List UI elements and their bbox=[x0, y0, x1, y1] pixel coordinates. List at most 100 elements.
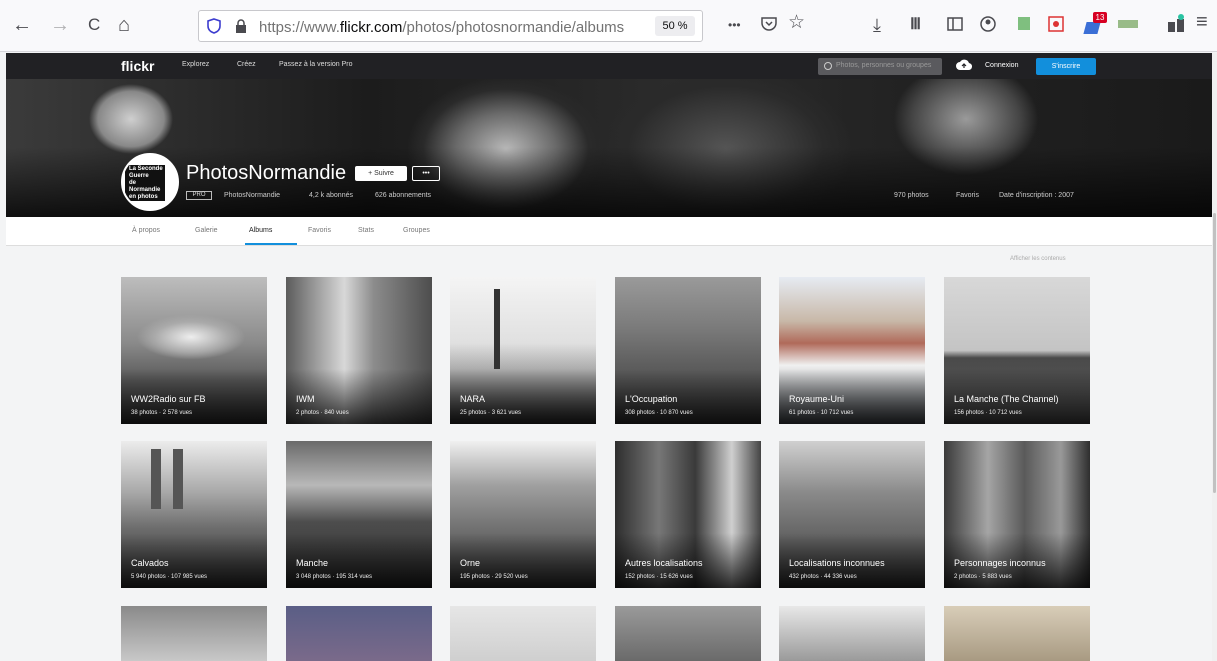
album-stats: 152 photos · 15 626 vues bbox=[625, 574, 693, 580]
album-stats: 156 photos · 10 712 vues bbox=[954, 410, 1022, 416]
tab-favorites[interactable]: Favoris bbox=[308, 227, 331, 234]
following-count[interactable]: 626 abonnements bbox=[375, 192, 431, 199]
more-options-button[interactable]: ••• bbox=[412, 166, 440, 181]
spire-shape bbox=[151, 449, 161, 509]
flickr-logo[interactable]: flickr bbox=[121, 58, 154, 74]
forward-icon[interactable]: → bbox=[50, 15, 70, 35]
tower-shape bbox=[494, 289, 500, 369]
scrollbar[interactable] bbox=[1212, 53, 1217, 661]
lock-icon[interactable] bbox=[235, 19, 247, 33]
connect-link[interactable]: Connexion bbox=[985, 62, 1018, 69]
followers-count[interactable]: 4,2 k abonnés bbox=[309, 192, 353, 199]
profile-name: PhotosNormandie bbox=[186, 162, 347, 184]
extension-icon[interactable] bbox=[1018, 17, 1030, 30]
zoom-level[interactable]: 50 % bbox=[655, 16, 695, 36]
album-tile[interactable]: Royaume-Uni 61 photos · 10 712 vues bbox=[779, 277, 925, 424]
nav-link-create[interactable]: Créez bbox=[237, 61, 256, 68]
album-stats: 3 048 photos · 195 314 vues bbox=[296, 574, 373, 580]
album-title: Localisations inconnues bbox=[789, 558, 885, 568]
avatar-logo: La Seconde Guerre de Normandie en photos bbox=[125, 165, 165, 201]
album-tile[interactable]: NARA 25 photos · 3 621 vues bbox=[450, 277, 596, 424]
album-stats: 2 photos · 5 883 vues bbox=[954, 574, 1012, 580]
pro-badge: PRO bbox=[186, 191, 212, 200]
album-stats: 38 photos · 2 578 vues bbox=[131, 410, 193, 416]
tab-gallery[interactable]: Galerie bbox=[195, 227, 218, 234]
photo-count: 970 photos bbox=[894, 192, 929, 199]
join-date: Date d'inscription : 2007 bbox=[999, 192, 1074, 199]
extension-icon[interactable]: 13 bbox=[1083, 12, 1107, 36]
account-icon[interactable] bbox=[980, 16, 996, 32]
follow-button[interactable]: + Suivre bbox=[355, 166, 407, 181]
browser-toolbar: ← → C ⌂ https://www.flickr.com/photos/ph… bbox=[0, 0, 1217, 52]
album-tile[interactable] bbox=[779, 606, 925, 661]
tab-albums[interactable]: Albums bbox=[249, 227, 272, 234]
album-tile[interactable]: WW2Radio sur FB 38 photos · 2 578 vues bbox=[121, 277, 267, 424]
album-tile[interactable]: Manche 3 048 photos · 195 314 vues bbox=[286, 441, 432, 588]
album-tile[interactable]: La Manche (The Channel) 156 photos · 10 … bbox=[944, 277, 1090, 424]
shield-icon[interactable] bbox=[207, 18, 221, 34]
album-tile[interactable]: IWM 2 photos · 840 vues bbox=[286, 277, 432, 424]
upload-icon[interactable] bbox=[956, 59, 972, 71]
notification-badge: 13 bbox=[1093, 12, 1107, 23]
tab-about[interactable]: À propos bbox=[132, 227, 160, 234]
album-tile[interactable] bbox=[450, 606, 596, 661]
url-text[interactable]: https://www.flickr.com/photos/photosnorm… bbox=[259, 19, 639, 36]
menu-icon[interactable]: ≡ bbox=[1196, 12, 1208, 32]
more-icon[interactable]: ••• bbox=[728, 15, 741, 35]
favorites-label: Favoris bbox=[956, 192, 979, 199]
tab-groups[interactable]: Groupes bbox=[403, 227, 430, 234]
extension-icon[interactable] bbox=[1118, 20, 1138, 28]
pocket-icon[interactable] bbox=[760, 15, 778, 33]
album-title: NARA bbox=[460, 394, 486, 404]
album-stats: 25 photos · 3 621 vues bbox=[460, 410, 522, 416]
reload-icon[interactable]: C bbox=[88, 15, 100, 35]
flickr-navbar: flickr Explorez Créez Passez à la versio… bbox=[6, 53, 1212, 79]
sidebar-icon[interactable] bbox=[947, 17, 963, 31]
album-tile[interactable]: Personnages inconnus 2 photos · 5 883 vu… bbox=[944, 441, 1090, 588]
album-stats: 308 photos · 10 870 vues bbox=[625, 410, 693, 416]
album-tile[interactable] bbox=[286, 606, 432, 661]
album-title: Orne bbox=[460, 558, 481, 568]
album-tile[interactable]: Autres localisations 152 photos · 15 626… bbox=[615, 441, 761, 588]
album-stats: 61 photos · 10 712 vues bbox=[789, 410, 854, 416]
album-tile[interactable] bbox=[944, 606, 1090, 661]
album-tile[interactable]: Localisations inconnues 432 photos · 44 … bbox=[779, 441, 925, 588]
download-icon[interactable]: ⤓ bbox=[873, 15, 881, 35]
scrollbar-thumb[interactable] bbox=[1213, 213, 1216, 493]
profile-username: PhotosNormandie bbox=[224, 192, 281, 199]
profile-tabs: À propos Galerie Albums Favoris Stats Gr… bbox=[6, 217, 1212, 246]
album-title: WW2Radio sur FB bbox=[131, 394, 206, 404]
avatar[interactable]: La Seconde Guerre de Normandie en photos bbox=[121, 153, 179, 211]
nav-link-explore[interactable]: Explorez bbox=[182, 61, 209, 68]
album-tile[interactable] bbox=[121, 606, 267, 661]
album-tile[interactable]: L'Occupation 308 photos · 10 870 vues bbox=[615, 277, 761, 424]
back-icon[interactable]: ← bbox=[12, 15, 32, 35]
album-stats: 195 photos · 29 520 vues bbox=[460, 574, 528, 580]
album-stats: 2 photos · 840 vues bbox=[296, 410, 349, 416]
album-stats: 432 photos · 44 336 vues bbox=[789, 574, 857, 580]
search-input[interactable]: Photos, personnes ou groupes bbox=[818, 58, 942, 75]
cover-photo: La Seconde Guerre de Normandie en photos… bbox=[6, 79, 1212, 217]
star-icon[interactable]: ☆ bbox=[788, 13, 805, 33]
album-title: L'Occupation bbox=[625, 394, 678, 404]
extension-icon[interactable] bbox=[1166, 14, 1186, 34]
extension-icon[interactable] bbox=[1048, 15, 1064, 32]
signup-button[interactable]: S'inscrire bbox=[1036, 58, 1096, 75]
album-title: Personnages inconnus bbox=[954, 558, 1046, 568]
showcase-link[interactable]: Afficher les contenus bbox=[1010, 256, 1066, 262]
library-icon[interactable]: Ⅲ bbox=[910, 15, 921, 35]
album-title: Manche bbox=[296, 558, 329, 568]
album-title: Autres localisations bbox=[625, 558, 703, 568]
album-tile[interactable]: Orne 195 photos · 29 520 vues bbox=[450, 441, 596, 588]
home-icon[interactable]: ⌂ bbox=[118, 15, 130, 35]
album-stats: 5 940 photos · 107 985 vues bbox=[131, 574, 208, 580]
nav-link-pro[interactable]: Passez à la version Pro bbox=[279, 61, 353, 68]
album-tile[interactable] bbox=[615, 606, 761, 661]
active-tab-indicator bbox=[245, 243, 297, 245]
search-placeholder: Photos, personnes ou groupes bbox=[836, 62, 932, 69]
url-bar[interactable]: https://www.flickr.com/photos/photosnorm… bbox=[198, 10, 703, 42]
album-tile[interactable]: Calvados 5 940 photos · 107 985 vues bbox=[121, 441, 267, 588]
album-title: IWM bbox=[296, 394, 315, 404]
tab-stats[interactable]: Stats bbox=[358, 227, 374, 234]
search-icon bbox=[824, 62, 832, 70]
